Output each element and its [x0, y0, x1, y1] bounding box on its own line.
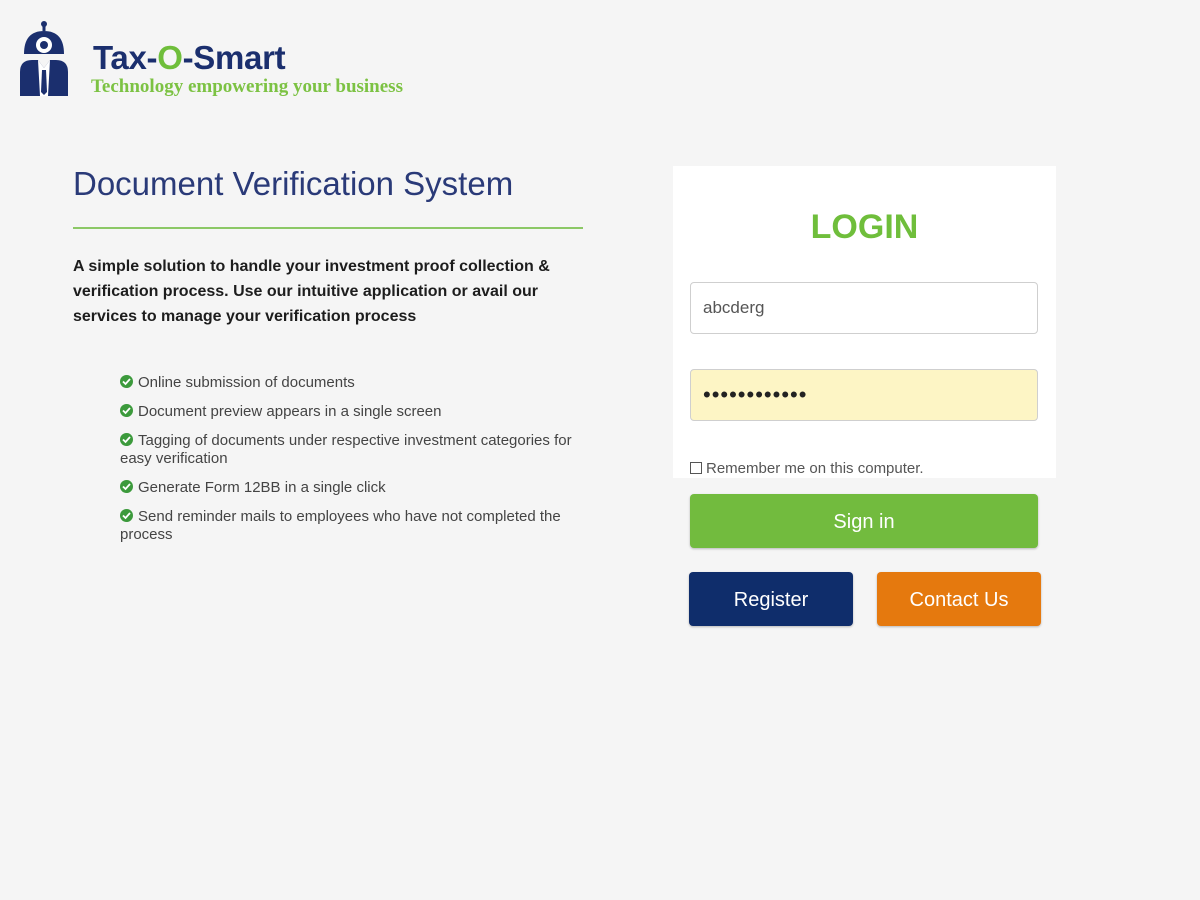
brand-name: Tax-O-Smart: [93, 39, 286, 76]
remember-me[interactable]: Remember me on this computer.: [690, 460, 924, 478]
list-item: Tagging of documents under respective in…: [120, 432, 572, 467]
robot-logo-icon: [20, 21, 68, 96]
list-item: Send reminder mails to employees who hav…: [120, 508, 561, 543]
login-heading: LOGIN: [810, 208, 919, 246]
check-circle-icon: [120, 433, 133, 446]
username-input[interactable]: [690, 282, 1038, 334]
brand-tagline: Technology empowering your business: [91, 76, 403, 97]
list-item: Generate Form 12BB in a single click: [120, 479, 590, 497]
remember-label: Remember me on this computer.: [706, 460, 924, 477]
register-button[interactable]: Register: [689, 572, 853, 626]
contact-us-button[interactable]: Contact Us: [877, 572, 1041, 626]
check-circle-icon: [120, 375, 133, 388]
checkbox-icon[interactable]: [690, 462, 702, 474]
login-page: Tax-O-Smart Technology empowering your b…: [0, 0, 1200, 900]
password-input[interactable]: [690, 369, 1038, 421]
list-item: Document preview appears in a single scr…: [120, 403, 590, 421]
check-circle-icon: [120, 509, 133, 522]
feature-list: Online submission of documents Document …: [120, 374, 590, 555]
title-divider: [73, 227, 583, 229]
intro-text: A simple solution to handle your investm…: [73, 258, 550, 325]
sign-in-button[interactable]: Sign in: [690, 494, 1038, 548]
list-item: Online submission of documents: [120, 374, 590, 392]
check-circle-icon: [120, 480, 133, 493]
check-circle-icon: [120, 404, 133, 417]
page-title: Document Verification System: [73, 165, 514, 202]
